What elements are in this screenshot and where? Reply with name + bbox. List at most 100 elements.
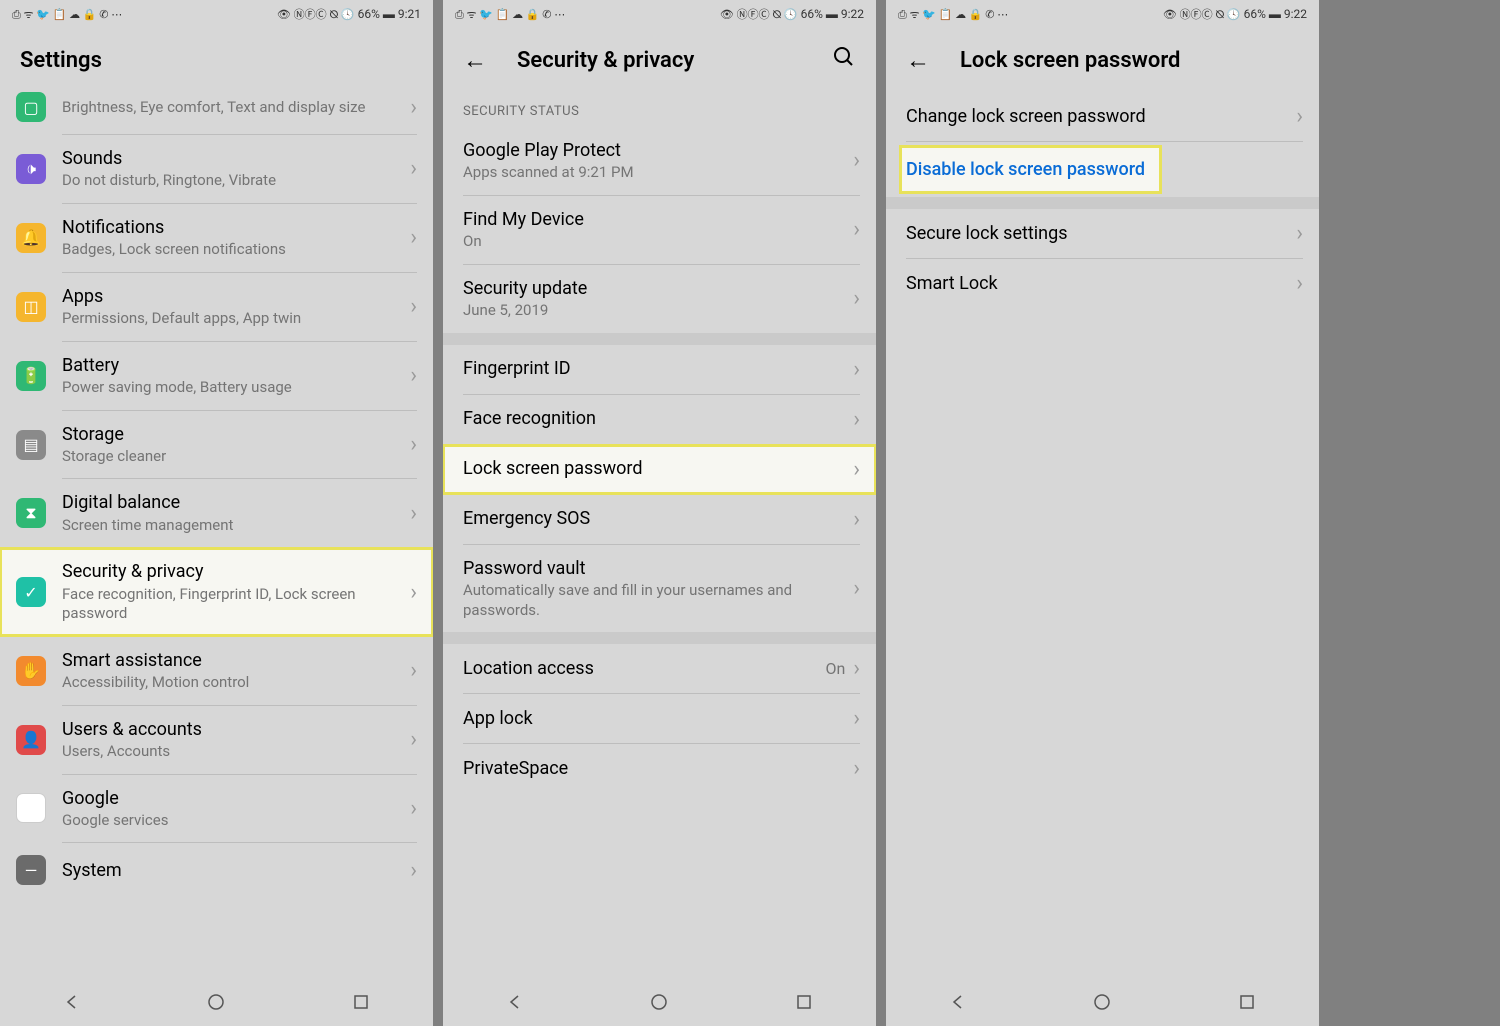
item-title: Google bbox=[62, 787, 410, 810]
battery-icon: 🔋 bbox=[16, 361, 46, 391]
chevron-right-icon: › bbox=[410, 156, 417, 181]
item-subtitle: Brightness, Eye comfort, Text and displa… bbox=[62, 98, 410, 118]
item-body: AppsPermissions, Default apps, App twin bbox=[62, 285, 410, 329]
item-title: Google Play Protect bbox=[463, 139, 853, 162]
system-icon: — bbox=[16, 855, 46, 885]
list-item-fingerprint-id[interactable]: Fingerprint ID› bbox=[443, 345, 876, 394]
settings-list[interactable]: ▢DisplayBrightness, Eye comfort, Text an… bbox=[0, 92, 433, 897]
lock-password-list-2: Secure lock settings›Smart Lock› bbox=[886, 209, 1319, 308]
nav-recent-icon[interactable] bbox=[1237, 992, 1257, 1012]
list-item-storage[interactable]: ▤StorageStorage cleaner› bbox=[0, 411, 433, 479]
item-title: Sounds bbox=[62, 147, 410, 170]
nav-home-icon[interactable] bbox=[649, 992, 669, 1012]
list-item-security-privacy[interactable]: ✓Security & privacyFace recognition, Fin… bbox=[0, 548, 433, 635]
list-item-disable-lock-screen-password[interactable]: Disable lock screen password bbox=[886, 142, 1319, 197]
google-icon: G bbox=[16, 793, 46, 823]
item-subtitle: On bbox=[463, 232, 853, 252]
item-body: Smart assistanceAccessibility, Motion co… bbox=[62, 649, 410, 693]
item-title: Users & accounts bbox=[62, 718, 410, 741]
item-title: Lock screen password bbox=[463, 457, 853, 480]
chevron-right-icon: › bbox=[1296, 271, 1303, 296]
item-body: DisplayBrightness, Eye comfort, Text and… bbox=[62, 97, 410, 118]
list-item-display[interactable]: ▢DisplayBrightness, Eye comfort, Text an… bbox=[0, 92, 433, 134]
item-body: Face recognition bbox=[463, 407, 853, 430]
item-subtitle: Users, Accounts bbox=[62, 742, 410, 762]
status-left-icons: ⎙ ᯤ 🐦 📋 ☁ 🔒 ✆ ⋯ bbox=[898, 7, 1008, 22]
item-subtitle: Power saving mode, Battery usage bbox=[62, 378, 410, 398]
list-item-face-recognition[interactable]: Face recognition› bbox=[443, 395, 876, 444]
item-body: Digital balanceScreen time management bbox=[62, 491, 410, 535]
chevron-right-icon: › bbox=[410, 501, 417, 526]
nav-recent-icon[interactable] bbox=[351, 992, 371, 1012]
list-item-change-lock-screen-password[interactable]: Change lock screen password› bbox=[886, 92, 1319, 141]
chevron-right-icon: › bbox=[853, 706, 860, 731]
list-item-secure-lock-settings[interactable]: Secure lock settings› bbox=[886, 209, 1319, 258]
item-body: StorageStorage cleaner bbox=[62, 423, 410, 467]
item-title: System bbox=[62, 859, 410, 882]
search-icon[interactable] bbox=[832, 45, 856, 75]
sounds-icon: 🕩 bbox=[16, 154, 46, 184]
item-title: Notifications bbox=[62, 216, 410, 239]
chevron-right-icon: › bbox=[410, 858, 417, 883]
item-body: Google Play ProtectApps scanned at 9:21 … bbox=[463, 139, 853, 183]
item-title: Battery bbox=[62, 354, 410, 377]
item-title: Storage bbox=[62, 423, 410, 446]
smart-assistance-icon: ✋ bbox=[16, 656, 46, 686]
list-item-password-vault[interactable]: Password vaultAutomatically save and fil… bbox=[443, 545, 876, 632]
chevron-right-icon: › bbox=[853, 407, 860, 432]
list-item-battery[interactable]: 🔋 BatteryPower saving mode, Battery usage… bbox=[0, 342, 433, 410]
item-title: Security update bbox=[463, 277, 853, 300]
list-item-privatespace[interactable]: PrivateSpace› bbox=[443, 744, 876, 793]
item-body: Secure lock settings bbox=[906, 222, 1296, 245]
chevron-right-icon: › bbox=[410, 95, 417, 120]
item-body: Password vaultAutomatically save and fil… bbox=[463, 557, 853, 620]
nav-back-icon[interactable] bbox=[505, 992, 525, 1012]
list-item-security-update[interactable]: Security updateJune 5, 2019› bbox=[443, 265, 876, 333]
list-item-smart-lock[interactable]: Smart Lock› bbox=[886, 259, 1319, 308]
list-item-notifications[interactable]: 🔔NotificationsBadges, Lock screen notifi… bbox=[0, 204, 433, 272]
item-body: BatteryPower saving mode, Battery usage bbox=[62, 354, 410, 398]
item-subtitle: Face recognition, Fingerprint ID, Lock s… bbox=[62, 585, 410, 624]
chevron-right-icon: › bbox=[410, 432, 417, 457]
back-icon[interactable]: ← bbox=[463, 46, 487, 75]
header: ← Lock screen password bbox=[886, 28, 1319, 92]
chevron-right-icon: › bbox=[410, 225, 417, 250]
chevron-right-icon: › bbox=[853, 576, 860, 601]
list-item-find-my-device[interactable]: Find My DeviceOn› bbox=[443, 196, 876, 264]
list-item-location-access[interactable]: Location accessOn› bbox=[443, 644, 876, 693]
list-item-lock-screen-password[interactable]: Lock screen password› bbox=[443, 445, 876, 494]
nav-back-icon[interactable] bbox=[62, 992, 82, 1012]
nav-home-icon[interactable] bbox=[1092, 992, 1112, 1012]
item-title: Apps bbox=[62, 285, 410, 308]
page-title: Settings bbox=[20, 48, 413, 73]
back-icon[interactable]: ← bbox=[906, 46, 930, 75]
item-value: On bbox=[826, 659, 846, 678]
list-item-app-lock[interactable]: App lock› bbox=[443, 694, 876, 743]
item-body: Security updateJune 5, 2019 bbox=[463, 277, 853, 321]
chevron-right-icon: › bbox=[410, 363, 417, 388]
chevron-right-icon: › bbox=[853, 656, 860, 681]
list-item-users-accounts[interactable]: 👤Users & accountsUsers, Accounts› bbox=[0, 706, 433, 774]
item-subtitle: Accessibility, Motion control bbox=[62, 673, 410, 693]
chevron-right-icon: › bbox=[410, 580, 417, 605]
nav-recent-icon[interactable] bbox=[794, 992, 814, 1012]
nav-back-icon[interactable] bbox=[948, 992, 968, 1012]
list-item-system[interactable]: — System› bbox=[0, 843, 433, 897]
list-item-smart-assistance[interactable]: ✋ Smart assistanceAccessibility, Motion c… bbox=[0, 637, 433, 705]
list-item-digital-balance[interactable]: ⧗Digital balanceScreen time management› bbox=[0, 479, 433, 547]
chevron-right-icon: › bbox=[410, 294, 417, 319]
list-item-sounds[interactable]: 🕩SoundsDo not disturb, Ringtone, Vibrate… bbox=[0, 135, 433, 203]
item-body: GoogleGoogle services bbox=[62, 787, 410, 831]
item-title: Smart assistance bbox=[62, 649, 410, 672]
nav-home-icon[interactable] bbox=[206, 992, 226, 1012]
list-item-emergency-sos[interactable]: Emergency SOS› bbox=[443, 495, 876, 544]
notifications-icon: 🔔 bbox=[16, 223, 46, 253]
item-subtitle: Permissions, Default apps, App twin bbox=[62, 309, 410, 329]
security-privacy-icon: ✓ bbox=[16, 577, 46, 607]
apps-icon: ◫ bbox=[16, 292, 46, 322]
chevron-right-icon: › bbox=[410, 658, 417, 683]
item-body: System bbox=[62, 859, 410, 882]
list-item-google[interactable]: GGoogleGoogle services› bbox=[0, 775, 433, 843]
list-item-apps[interactable]: ◫ AppsPermissions, Default apps, App twin… bbox=[0, 273, 433, 341]
list-item-google-play-protect[interactable]: Google Play ProtectApps scanned at 9:21 … bbox=[443, 127, 876, 195]
